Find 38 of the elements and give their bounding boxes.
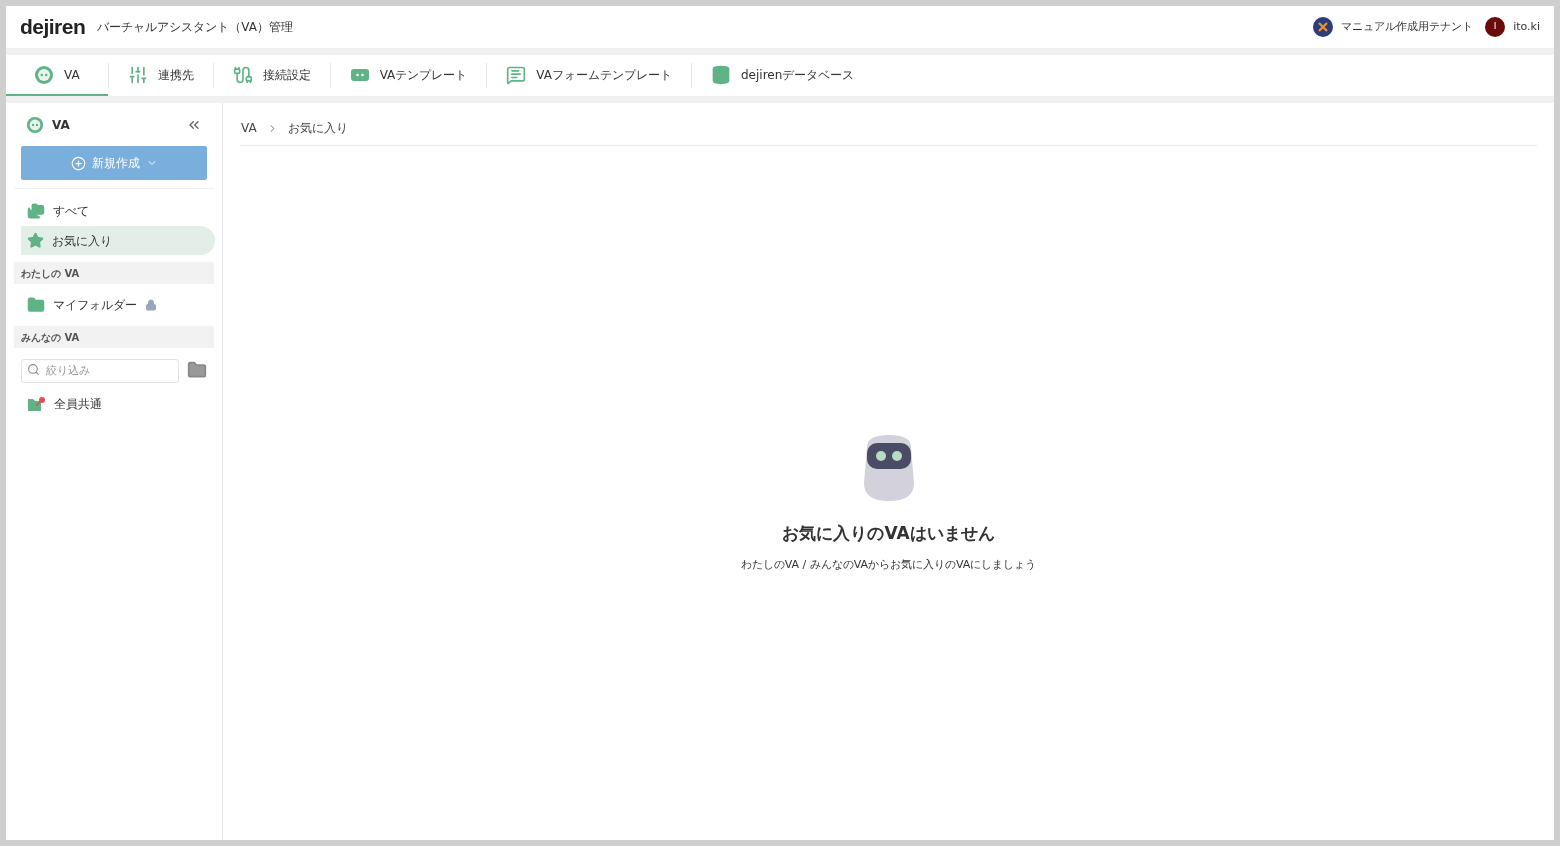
filter-field[interactable]: 絞り込み (21, 358, 179, 383)
nav-tab[interactable]: dejirenデータベース (691, 55, 874, 96)
empty-title: お気に入りのVAはいません (782, 522, 995, 545)
logo: dejiren (20, 14, 86, 41)
sidebar-item[interactable]: お気に入り (21, 226, 215, 255)
folder-item[interactable]: マイフォルダー (21, 291, 222, 319)
plus-circle-icon (70, 155, 86, 171)
tenant-logo-icon (1313, 17, 1334, 37)
robot-face-icon (26, 116, 44, 134)
add-folder-icon[interactable] (187, 359, 207, 380)
breadcrumb-item[interactable]: VA (241, 119, 257, 137)
app-title: バーチャルアシスタント（VA）管理 (97, 19, 293, 36)
folder-item[interactable]: 全員共通 (21, 389, 222, 418)
nav-tab[interactable]: VAフォームテンプレート (487, 55, 691, 96)
folders-icon (27, 201, 45, 220)
user-avatar[interactable]: I (1485, 17, 1506, 37)
cable-icon (232, 64, 253, 85)
message-list-icon (506, 64, 527, 85)
nav-tab[interactable]: 接続設定 (213, 55, 330, 96)
user-name[interactable]: ito.ki (1513, 18, 1540, 36)
star-icon (27, 232, 44, 249)
tenant-name[interactable]: マニュアル作成用テナント (1341, 18, 1474, 36)
empty-message: わたしのVA / みんなのVAからお気に入りのVAにしましょう (740, 556, 1037, 573)
pinned-folder-icon (27, 395, 46, 412)
database-icon (710, 64, 731, 85)
section-header: わたしの VA (14, 262, 214, 284)
sidebar-title: VA (52, 117, 70, 134)
search-icon (27, 363, 40, 376)
nav-tab[interactable]: 連携先 (108, 55, 213, 96)
robot-face-icon (34, 64, 54, 85)
sidebar-item[interactable]: すべて (21, 196, 215, 225)
folder-icon (27, 296, 45, 314)
robot-bar-icon (349, 67, 370, 82)
nav-tab[interactable]: VA (6, 55, 108, 96)
sliders-icon (127, 64, 148, 85)
breadcrumb-item: お気に入り (287, 120, 348, 137)
nav-tab[interactable]: VAテンプレート (330, 55, 487, 96)
section-header: みんなの VA (14, 326, 214, 348)
